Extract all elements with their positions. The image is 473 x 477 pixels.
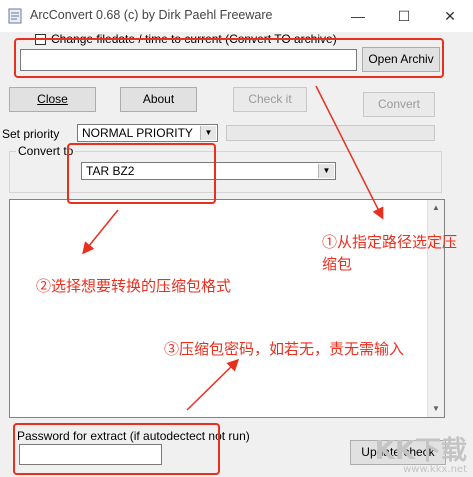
annotation-step1-line2: 缩包 — [322, 256, 353, 273]
annotation-step3: ③压缩包密码，如若无，责无需输入 — [164, 341, 405, 358]
watermark: KK下载 www.kkx.net — [375, 438, 467, 475]
annotation-step2: ②选择想要转换的压缩包格式 — [36, 278, 232, 295]
arrow-format — [82, 209, 119, 255]
arrow-path — [315, 85, 384, 220]
arcconvert-window: ArcConvert 0.68 (c) by Dirk Paehl Freewa… — [0, 0, 473, 477]
annotation-step1: ①从指定路径选定压 — [322, 234, 458, 251]
arrow-password — [186, 358, 240, 411]
watermark-logo: KK下载 — [374, 436, 467, 466]
